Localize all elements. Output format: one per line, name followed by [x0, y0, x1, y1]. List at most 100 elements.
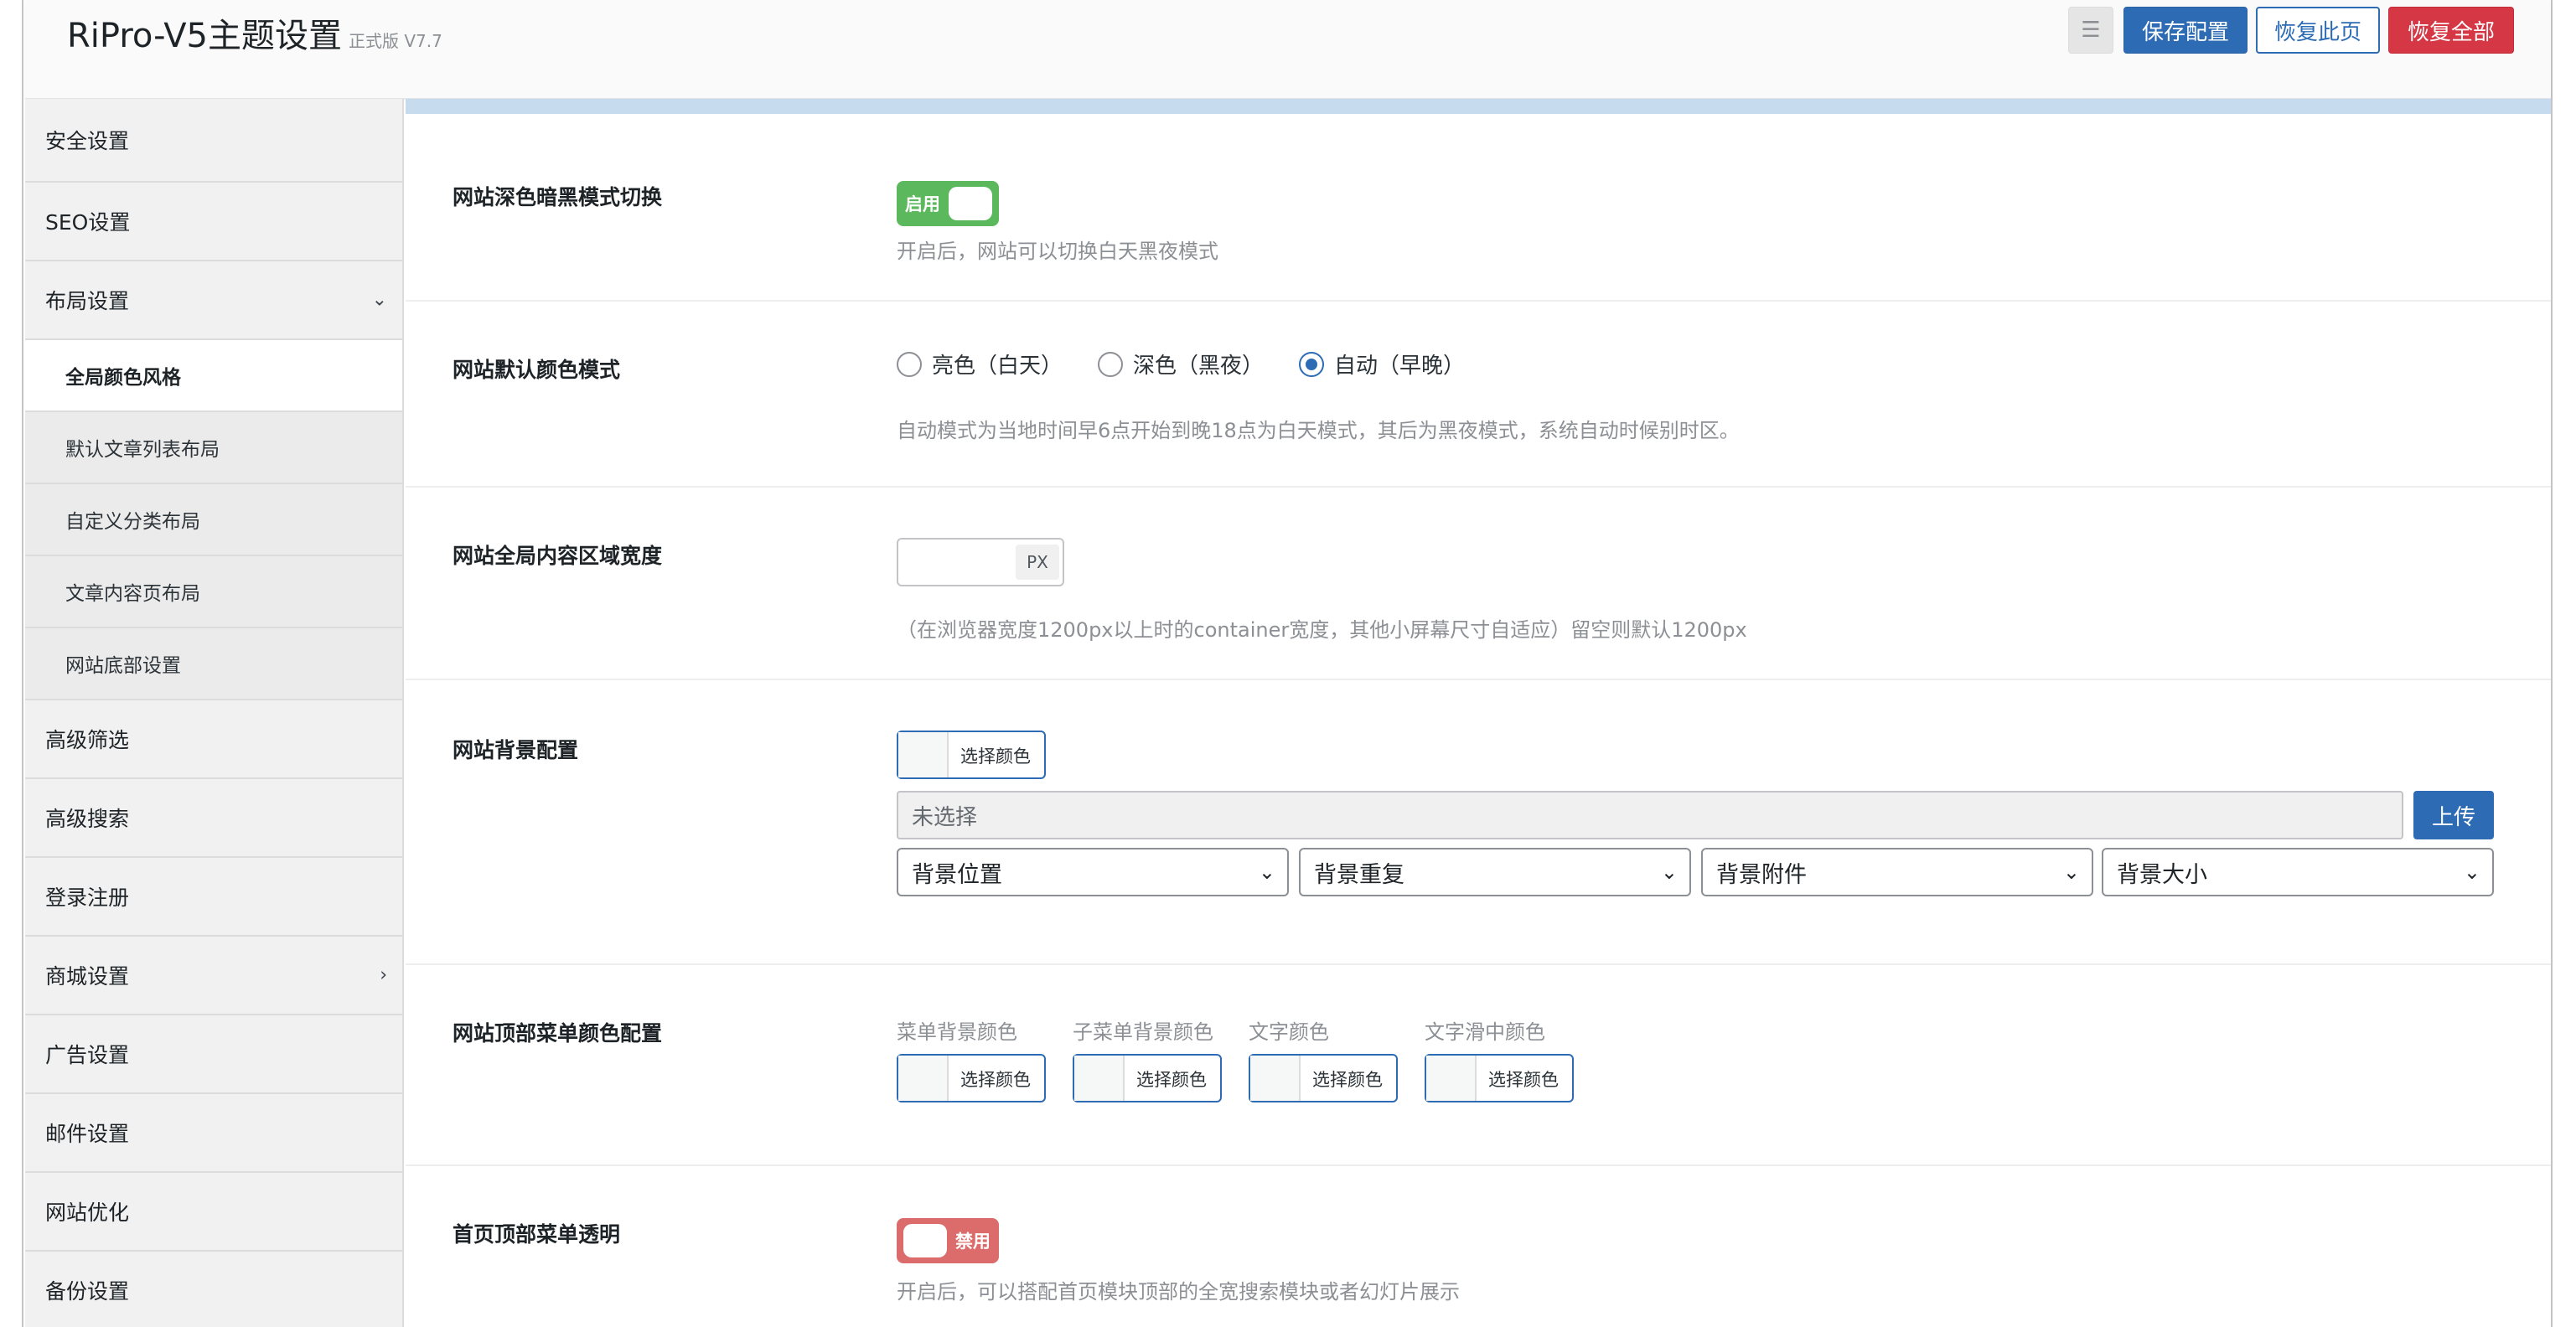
sidebar-item-label: 自定义分类布局: [65, 511, 200, 533]
sidebar-item-label: SEO设置: [45, 210, 131, 235]
radio-circle: [1098, 351, 1124, 377]
sidebar-item-login-register[interactable]: 登录注册: [25, 858, 402, 937]
background-color-picker[interactable]: 选择颜色: [897, 731, 1046, 779]
sidebar-item-ads[interactable]: 广告设置: [25, 1015, 402, 1094]
setting-row-color-mode: 网站默认颜色模式 亮色（白天） 深色（黑夜） 自动（早晚） 自动模式为当地时间早…: [406, 302, 2551, 488]
collapse-menu-button[interactable]: ☰: [2068, 7, 2113, 54]
reset-page-button[interactable]: 恢复此页: [2256, 7, 2380, 54]
sidebar-subitem-post-page-layout[interactable]: 文章内容页布局: [25, 556, 402, 628]
color-swatch: [1250, 1056, 1301, 1101]
sidebar-item-advanced-search[interactable]: 高级搜索: [25, 779, 402, 858]
radio-circle: [897, 351, 922, 377]
color-picker-label: 选择颜色: [1312, 1070, 1383, 1090]
setting-help-text: 开启后，网站可以切换白天黑夜模式: [897, 240, 1218, 263]
sidebar-item-label: 高级搜索: [45, 807, 130, 831]
radio-dark-mode[interactable]: 深色（黑夜）: [1098, 349, 1264, 380]
text-hover-color-label: 文字滑中颜色: [1425, 1020, 1545, 1044]
chevron-down-icon: ⌄: [2463, 860, 2480, 884]
setting-label: 网站全局内容区域宽度: [453, 544, 663, 568]
menu-bg-color-label: 菜单背景颜色: [897, 1020, 1017, 1044]
chevron-down-icon: ⌄: [2062, 860, 2080, 884]
sidebar-item-label: 文章内容页布局: [65, 583, 200, 605]
sidebar-subitem-global-colors[interactable]: 全局颜色风格: [25, 340, 402, 412]
sidebar-item-label: 高级筛选: [45, 728, 130, 752]
sidebar-item-label: 默认文章列表布局: [65, 439, 220, 461]
sidebar-item-advanced-filter[interactable]: 高级筛选: [25, 700, 402, 779]
settings-header: RiPro-V5主题设置 正式版 V7.7 ☰ 保存配置 恢复此页 恢复全部: [25, 0, 2551, 99]
setting-label: 网站背景配置: [453, 738, 579, 762]
dark-mode-toggle[interactable]: 启用: [897, 181, 999, 226]
sidebar-item-label: 全局颜色风格: [65, 367, 181, 389]
toggle-state-text: 禁用: [955, 1231, 991, 1252]
content-width-field[interactable]: [898, 540, 1016, 585]
radio-circle-checked: [1299, 351, 1325, 377]
settings-sidebar: 安全设置 SEO设置 布局设置 ⌄ 全局颜色风格 默认文章列表布局 自定义分类布局…: [25, 99, 404, 1327]
setting-row-content-width: 网站全局内容区域宽度 PX （在浏览器宽度1200px以上时的container…: [406, 488, 2551, 680]
content-width-input[interactable]: PX: [897, 538, 1064, 586]
setting-label: 网站默认颜色模式: [453, 358, 621, 382]
menu-transparent-toggle[interactable]: 禁用: [897, 1218, 999, 1263]
sidebar-item-layout[interactable]: 布局设置 ⌄: [25, 261, 402, 340]
version-badge: 正式版 V7.7: [349, 31, 442, 51]
color-mode-radio-group: 亮色（白天） 深色（黑夜） 自动（早晚）: [897, 349, 1500, 380]
submenu-bg-color-picker[interactable]: 选择颜色: [1073, 1054, 1222, 1102]
reset-all-button[interactable]: 恢复全部: [2388, 7, 2514, 54]
sidebar-item-label: 广告设置: [45, 1043, 130, 1067]
save-config-button[interactable]: 保存配置: [2123, 7, 2248, 54]
toggle-knob: [903, 1224, 947, 1257]
page-title-text: RiPro-V5主题设置: [67, 17, 343, 55]
setting-row-dark-mode: 网站深色暗黑模式切换 启用 开启后，网站可以切换白天黑夜模式: [406, 114, 2551, 302]
setting-label: 网站顶部菜单颜色配置: [453, 1021, 663, 1046]
section-top-strip: [406, 99, 2551, 114]
background-attachment-select[interactable]: 背景附件 ⌄: [1701, 848, 2093, 896]
color-swatch: [1074, 1056, 1125, 1101]
background-position-select[interactable]: 背景位置 ⌄: [897, 848, 1289, 896]
setting-row-menu-transparent: 首页顶部菜单透明 禁用 开启后，可以搭配首页模块顶部的全宽搜索模块或者幻灯片展示: [406, 1166, 2551, 1327]
upload-button[interactable]: 上传: [2413, 791, 2494, 839]
sidebar-subitem-category-layout[interactable]: 自定义分类布局: [25, 484, 402, 556]
sidebar-item-label: 登录注册: [45, 886, 130, 910]
sidebar-item-mail[interactable]: 邮件设置: [25, 1094, 402, 1173]
select-value: 背景重复: [1314, 861, 1404, 888]
sidebar-item-security[interactable]: 安全设置: [25, 99, 402, 183]
sidebar-item-label: 商城设置: [45, 964, 130, 989]
color-swatch: [1426, 1056, 1477, 1101]
setting-help-text: 开启后，可以搭配首页模块顶部的全宽搜索模块或者幻灯片展示: [897, 1280, 1460, 1304]
sidebar-item-label: 网站优化: [45, 1200, 130, 1225]
background-repeat-select[interactable]: 背景重复 ⌄: [1299, 848, 1691, 896]
setting-label: 首页顶部菜单透明: [453, 1222, 621, 1247]
select-value: 背景附件: [1716, 861, 1807, 888]
setting-row-background: 网站背景配置 选择颜色 未选择 上传 背景位置 ⌄ 背景重复 ⌄ 背景附件 ⌄ 背景大…: [406, 680, 2551, 965]
page-title: RiPro-V5主题设置 正式版 V7.7: [67, 8, 442, 57]
submenu-bg-color-label: 子菜单背景颜色: [1073, 1020, 1213, 1044]
select-value: 背景大小: [2117, 861, 2207, 888]
text-color-label: 文字颜色: [1249, 1020, 1329, 1044]
color-picker-label: 选择颜色: [960, 1070, 1031, 1090]
sidebar-item-backup[interactable]: 备份设置: [25, 1252, 402, 1327]
toggle-state-text: 启用: [905, 194, 940, 214]
sidebar-item-optimization[interactable]: 网站优化: [25, 1173, 402, 1252]
text-hover-color-picker[interactable]: 选择颜色: [1425, 1054, 1574, 1102]
sidebar-item-seo[interactable]: SEO设置: [25, 183, 402, 261]
text-color-picker[interactable]: 选择颜色: [1249, 1054, 1398, 1102]
window-frame-right: [2551, 0, 2576, 1327]
unit-label: PX: [1016, 545, 1059, 580]
radio-light-mode[interactable]: 亮色（白天）: [897, 349, 1063, 380]
setting-label: 网站深色暗黑模式切换: [453, 185, 663, 209]
chevron-right-icon: ›: [380, 964, 387, 986]
menu-bg-color-picker[interactable]: 选择颜色: [897, 1054, 1046, 1102]
color-swatch: [898, 732, 949, 777]
sidebar-item-label: 备份设置: [45, 1279, 130, 1304]
background-image-input[interactable]: 未选择: [897, 791, 2403, 839]
background-size-select[interactable]: 背景大小 ⌄: [2102, 848, 2494, 896]
chevron-down-icon: ⌄: [1660, 860, 1678, 884]
radio-auto-mode[interactable]: 自动（早晚）: [1299, 349, 1465, 380]
toggle-knob: [949, 187, 992, 220]
sidebar-subitem-post-list-layout[interactable]: 默认文章列表布局: [25, 412, 402, 484]
setting-help-text: 自动模式为当地时间早6点开始到晚18点为白天模式，其后为黑夜模式，系统自动时候别…: [897, 419, 1740, 442]
sidebar-item-label: 邮件设置: [45, 1122, 130, 1146]
select-value: 背景位置: [912, 861, 1002, 888]
sidebar-item-shop[interactable]: 商城设置 ›: [25, 937, 402, 1015]
window-frame-left: [0, 0, 23, 1327]
sidebar-subitem-footer-settings[interactable]: 网站底部设置: [25, 628, 402, 700]
